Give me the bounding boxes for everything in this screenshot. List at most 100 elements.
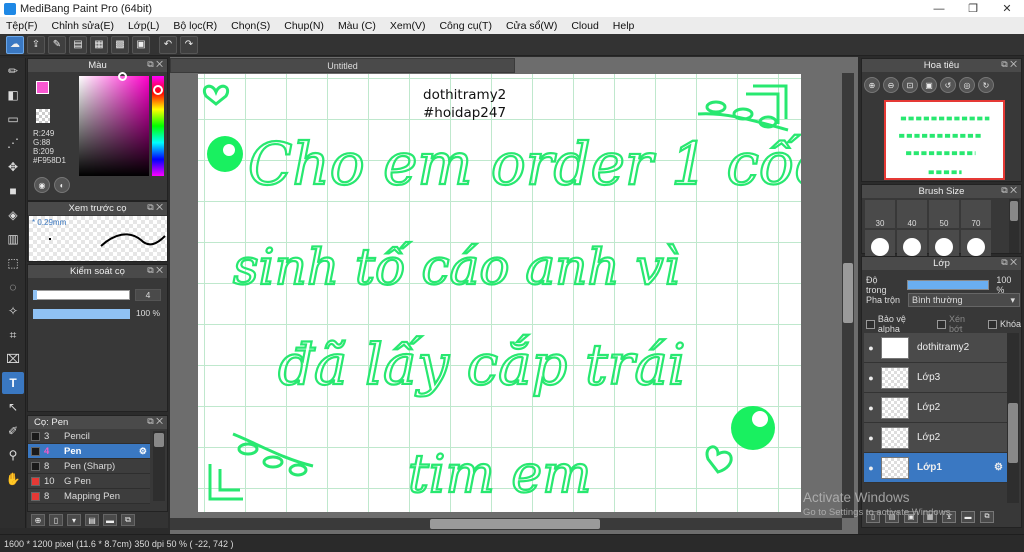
brush-size-value[interactable]: 4 [135,289,161,301]
menu-cloud[interactable]: Cloud [571,20,598,32]
layer-folder-icon[interactable]: ▬ [961,511,975,523]
select-eraser-icon[interactable]: ⌧ [2,348,24,370]
layer-scrollbar[interactable] [1007,333,1019,503]
size-preset-70[interactable]: 70 [961,200,991,228]
drawing-canvas[interactable]: Cho em order 1 cốc sinh tố cáo anh vì đã… [198,74,801,512]
visibility-icon[interactable]: ● [864,343,878,353]
layer-item[interactable]: ● Lớp2 [864,423,1007,453]
panel-controls-icon[interactable]: ⧉ ✕ [1001,257,1017,268]
grid-icon[interactable]: ▩ [111,35,129,54]
hand-tool-icon[interactable]: ✋ [2,468,24,490]
menu-window[interactable]: Cửa sổ(W) [506,20,557,32]
panel-controls-icon[interactable]: ⧉ ✕ [147,265,163,276]
rect-tool-icon[interactable]: ▭ [2,108,24,130]
size-preset-50[interactable]: 50 [929,200,959,228]
canvas-horizontal-scrollbar[interactable] [170,518,842,530]
fit-icon[interactable]: ⊡ [902,77,918,93]
size-preset[interactable] [865,230,895,258]
eyedropper-icon[interactable]: ⚲ [2,444,24,466]
panel-controls-icon[interactable]: ⧉ ✕ [147,202,163,213]
menu-select[interactable]: Chọn(S) [231,20,270,32]
magic-wand-icon[interactable]: ✧ [2,300,24,322]
layer-item-selected[interactable]: ● Lớp1 ⚙ [864,453,1007,483]
layer-item[interactable]: ● Lớp3 [864,363,1007,393]
lock-checkbox[interactable] [988,319,997,329]
redo-icon[interactable]: ↷ [180,35,198,54]
layer-item[interactable]: ● Lớp2 [864,393,1007,423]
add-brush-icon[interactable]: ⊕ [31,514,45,526]
text-tool-icon[interactable]: T [2,372,24,394]
gradient-tool-icon[interactable]: ▥ [2,228,24,250]
brush-size-slider[interactable] [33,290,130,300]
canvas-vertical-scrollbar[interactable] [842,73,854,518]
operation-tool-icon[interactable]: ↖ [2,396,24,418]
brush-item-mapping-pen[interactable]: 8 Mapping Pen [28,489,150,504]
size-preset-40[interactable]: 40 [897,200,927,228]
document-icon[interactable]: ▦ [90,35,108,54]
undo-icon[interactable]: ↶ [159,35,177,54]
visibility-icon[interactable]: ● [864,403,878,413]
menu-edit[interactable]: Chỉnh sửa(E) [52,20,114,32]
menu-filter[interactable]: Bộ lọc(R) [173,20,217,32]
blend-mode-select[interactable]: Bình thường ▾ [908,293,1021,307]
brush-item-pencil[interactable]: 3 Pencil [28,429,150,444]
cloud-icon[interactable]: ☁ [6,35,24,54]
folder-icon[interactable]: ▬ [103,514,117,526]
navigator-thumbnail[interactable] [884,100,1005,180]
size-preset[interactable] [929,230,959,258]
menu-view[interactable]: Xem(V) [390,20,426,32]
lasso-tool-icon[interactable]: ◌ [2,276,24,298]
brush-list-scrollbar[interactable] [153,431,165,501]
menu-color[interactable]: Màu (C) [338,20,376,32]
brush-item-g-pen[interactable]: 10 G Pen [28,474,150,489]
brush-menu-icon[interactable]: ▾ [67,514,81,526]
upload-icon[interactable]: ⇪ [27,35,45,54]
clip-checkbox[interactable] [937,319,946,329]
zoom-out-icon[interactable]: ⊖ [883,77,899,93]
transparent-swatch[interactable] [36,109,50,123]
rotate-reset-icon[interactable]: ◎ [959,77,975,93]
chat-icon[interactable]: ▤ [69,35,87,54]
size-preset[interactable] [897,230,927,258]
menu-help[interactable]: Help [613,20,635,32]
eraser-tool-icon[interactable]: ◧ [2,84,24,106]
menu-snap[interactable]: Chụp(N) [284,20,324,32]
layer-opacity-slider[interactable] [907,280,990,290]
sv-cursor-handle[interactable] [118,72,127,81]
copy-brush-icon[interactable]: ⧉ [121,514,135,526]
select-tool-icon[interactable]: ⬚ [2,252,24,274]
comment-icon[interactable]: ✎ [48,35,66,54]
duplicate-layer-icon[interactable]: ⧉ [980,511,994,523]
menu-file[interactable]: Tệp(F) [6,20,38,32]
maximize-button[interactable]: ❐ [956,0,990,17]
gear-icon[interactable]: ⚙ [994,462,1003,473]
primary-color-swatch[interactable] [36,81,49,94]
protect-alpha-checkbox[interactable] [866,319,875,329]
select-pen-icon[interactable]: ⌗ [2,324,24,346]
panel-controls-icon[interactable]: ⧉ ✕ [147,59,163,70]
panel-controls-icon[interactable]: ⧉ ✕ [1001,59,1017,70]
size-preset-30[interactable]: 30 [865,200,895,228]
panel-controls-icon[interactable]: ⧉ ✕ [1001,185,1017,196]
size-preset[interactable] [961,230,991,258]
gear-icon[interactable]: ⚙ [139,446,147,457]
rotate-left-icon[interactable]: ↺ [940,77,956,93]
brush-item-pen-sharp[interactable]: 8 Pen (Sharp) [28,459,150,474]
fill-rect-icon[interactable]: ■ [2,180,24,202]
new-brush-icon[interactable]: ▯ [49,514,63,526]
layer-item[interactable]: ● dothitramy2 [864,333,1007,363]
document-tab[interactable]: Untitled [170,58,515,73]
brush-item-pen[interactable]: 4 Pen ⚙ [28,444,150,459]
actual-size-icon[interactable]: ▣ [921,77,937,93]
visibility-icon[interactable]: ● [864,433,878,443]
bucket-tool-icon[interactable]: ◈ [2,204,24,226]
color-swap-icon[interactable]: ◐ [54,177,70,193]
brush-settings-icon[interactable]: ▤ [85,514,99,526]
close-button[interactable]: ✕ [990,0,1024,17]
minimize-button[interactable]: — [922,0,956,17]
panel-controls-icon[interactable]: ⧉ ✕ [147,416,163,427]
visibility-icon[interactable]: ● [864,463,878,473]
palette-icon[interactable]: ◉ [34,177,50,193]
move-tool-icon[interactable]: ✥ [2,156,24,178]
menu-tools[interactable]: Công cụ(T) [439,20,492,32]
